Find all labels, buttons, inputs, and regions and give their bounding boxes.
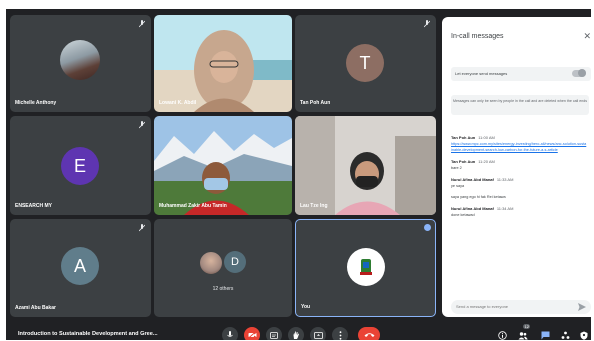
captions-icon	[270, 331, 278, 339]
participant-name: Lowani K. Abdil	[159, 100, 197, 106]
chat-button[interactable]	[538, 328, 552, 340]
more-options-icon[interactable]	[424, 224, 431, 231]
message-input[interactable]	[456, 302, 566, 311]
participant-tile[interactable]: Michelle Anthony	[10, 15, 151, 112]
chat-icon	[541, 331, 549, 339]
people-button[interactable]: 12	[516, 324, 531, 340]
message-sender: Nurul Afina Abd Manaf	[451, 177, 494, 182]
toggle-label: Let everyone send messages	[455, 71, 508, 76]
more-vert-icon	[339, 330, 341, 340]
message: Tan Poh Aun 11:00 AM https://www.mpc.com.…	[451, 135, 587, 153]
captions-button[interactable]	[266, 327, 282, 340]
message-link[interactable]: https://www.mpc.com.my/sites/energy-inve…	[451, 142, 587, 153]
mic-muted-icon	[139, 121, 145, 129]
chat-notice: Messages can only be seen by people in t…	[451, 95, 589, 115]
people-icon	[518, 331, 528, 339]
message-text: saya yang ego hi fak Rei ketawa	[451, 195, 506, 199]
participant-avatar	[60, 40, 100, 80]
participant-tile[interactable]: Muhammad Zakir Abu Tamin	[154, 116, 292, 215]
message-time: 11:34 AM	[496, 206, 514, 211]
participant-tile[interactable]: Lowani K. Abdil	[154, 15, 292, 112]
message-time: 11:20 AM	[478, 159, 495, 164]
participant-video	[295, 116, 436, 215]
logo-icon	[360, 259, 372, 275]
participant-video	[154, 15, 292, 112]
participant-avatar: A	[61, 247, 99, 285]
send-messages-toggle[interactable]	[572, 69, 586, 77]
raise-hand-button[interactable]	[288, 327, 304, 340]
message: saya yang ego hi fak Rei ketawa	[451, 195, 587, 200]
camera-button[interactable]	[244, 327, 260, 340]
present-icon	[313, 331, 323, 339]
send-messages-toggle-row: Let everyone send messages	[451, 67, 591, 81]
chat-panel: In-call messages ✕ Let everyone send mes…	[442, 17, 591, 317]
participant-name: Michelle Anthony	[15, 100, 57, 106]
participant-avatar: T	[346, 44, 384, 82]
participant-count-badge: 12	[523, 324, 531, 329]
more-options-button[interactable]	[332, 327, 348, 340]
mic-button[interactable]	[222, 327, 238, 340]
self-tile[interactable]: You	[295, 219, 436, 317]
chat-panel-title: In-call messages	[451, 33, 504, 40]
participant-avatar: E	[61, 147, 99, 185]
message-header: Nurul Afina Abd Manaf 11:34 AM	[451, 206, 587, 211]
others-count-label: 12 others	[212, 286, 234, 292]
message-sender: Tan Poh Aun	[451, 135, 476, 140]
participant-name: Lau Tze Ing	[300, 203, 328, 209]
close-icon[interactable]: ✕	[583, 31, 591, 42]
participant-tile[interactable]: T Tan Poh Aun	[295, 15, 436, 112]
participant-video	[154, 116, 292, 215]
meeting-area: Michelle Anthony Lowani K. Abdil T Tan P…	[6, 9, 591, 340]
message-text: done ketawad	[451, 213, 475, 217]
activities-button[interactable]	[558, 328, 572, 340]
participant-tile[interactable]: E ENSEARCH MY	[10, 116, 151, 215]
mic-muted-icon	[424, 20, 430, 28]
end-call-button[interactable]	[358, 327, 380, 340]
activities-icon	[561, 331, 569, 339]
message: Tan Poh Aun 11:20 AM bare 2	[451, 159, 587, 171]
message-sender: Nurul Afina Abd Manaf	[451, 206, 494, 211]
message-input-box	[451, 300, 591, 314]
participant-tile[interactable]: Lau Tze Ing	[295, 116, 436, 215]
hang-up-icon	[364, 333, 374, 337]
self-logo-avatar	[347, 248, 385, 286]
participant-avatar	[199, 251, 223, 275]
participant-name: ENSEARCH MY	[15, 203, 52, 209]
participant-tile[interactable]: A Azami Abu Bakar	[10, 219, 151, 317]
present-button[interactable]	[310, 327, 326, 340]
message-text: ye saya	[451, 184, 465, 188]
info-icon	[497, 330, 507, 340]
participant-name: Tan Poh Aun	[300, 100, 331, 106]
message-time: 11:00 AM	[478, 135, 495, 140]
camera-off-icon	[247, 331, 256, 339]
others-tile[interactable]: D 12 others	[154, 219, 292, 317]
participant-name: You	[301, 304, 311, 310]
message-text: bare 2	[451, 166, 462, 170]
host-controls-button[interactable]	[577, 328, 591, 340]
message-header: Tan Poh Aun 11:20 AM	[451, 159, 587, 164]
message-sender: Tan Poh Aun	[451, 159, 476, 164]
message-time: 11:33 AM	[496, 177, 514, 182]
mic-muted-icon	[139, 20, 145, 28]
message: Nurul Afina Abd Manaf 11:34 AM done ketaw…	[451, 206, 587, 218]
message: Nurul Afina Abd Manaf 11:33 AM ye saya	[451, 177, 587, 189]
participant-name: Muhammad Zakir Abu Tamin	[159, 203, 227, 209]
meeting-details-button[interactable]	[495, 328, 509, 340]
participant-name: Azami Abu Bakar	[15, 305, 56, 311]
mic-icon	[227, 331, 233, 337]
send-icon[interactable]	[578, 303, 586, 311]
hand-icon	[293, 331, 299, 339]
mic-muted-icon	[139, 224, 145, 232]
participant-avatar: D	[224, 251, 246, 273]
message-list: Tan Poh Aun 11:00 AM https://www.mpc.com.…	[451, 135, 587, 224]
message-header: Tan Poh Aun 11:00 AM	[451, 135, 587, 140]
message-header: Nurul Afina Abd Manaf 11:33 AM	[451, 177, 587, 182]
shield-icon	[580, 331, 588, 340]
meeting-title: Introduction to Sustainable Development …	[18, 331, 158, 337]
